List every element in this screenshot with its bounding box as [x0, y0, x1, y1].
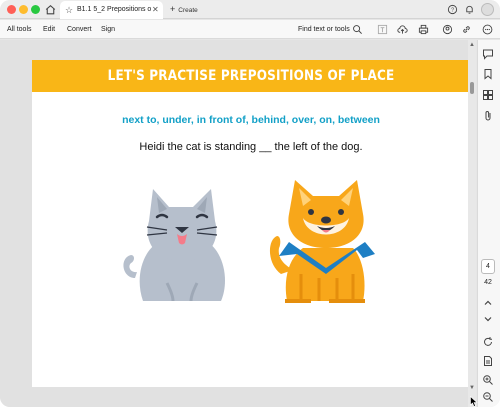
- document-page: LET'S PRACTISE PREPOSITIONS OF PLACE nex…: [32, 60, 470, 387]
- zoom-in-icon[interactable]: [482, 374, 494, 386]
- menu-sign[interactable]: Sign: [101, 20, 115, 39]
- refresh-icon[interactable]: [482, 336, 494, 348]
- more-options-icon[interactable]: [482, 24, 493, 35]
- current-page-input[interactable]: 4: [481, 259, 495, 274]
- bookmark-icon[interactable]: [482, 68, 494, 80]
- title-banner: LET'S PRACTISE PREPOSITIONS OF PLACE: [32, 60, 470, 92]
- dog-illustration: [269, 180, 375, 303]
- menu-all-tools[interactable]: All tools: [7, 20, 32, 39]
- app-window: ☆ B1.1 5_2 Prepositions of... ✕ + Create …: [0, 0, 500, 407]
- link-icon[interactable]: [461, 24, 472, 35]
- title-bar: ☆ B1.1 5_2 Prepositions of... ✕ + Create …: [0, 0, 500, 19]
- menu-edit[interactable]: Edit: [43, 20, 55, 39]
- scroll-down-arrow-icon[interactable]: ▼: [468, 384, 476, 392]
- create-tab-button[interactable]: + Create: [170, 1, 198, 18]
- svg-text:?: ?: [451, 8, 454, 14]
- find-tools-field[interactable]: Find text or tools: [298, 20, 350, 39]
- document-tab[interactable]: ☆ B1.1 5_2 Prepositions of... ✕: [60, 1, 163, 19]
- help-icon[interactable]: ?: [447, 4, 458, 15]
- edit-text-icon[interactable]: [377, 24, 388, 35]
- previous-page-chevron-up-icon[interactable]: [482, 297, 494, 309]
- scroll-up-arrow-icon[interactable]: ▲: [468, 41, 476, 49]
- close-window-button[interactable]: [7, 5, 16, 14]
- document-viewer[interactable]: LET'S PRACTISE PREPOSITIONS OF PLACE nex…: [0, 40, 476, 407]
- main-toolbar: All tools Edit Convert Sign Find text or…: [0, 20, 500, 39]
- star-icon[interactable]: ☆: [65, 1, 73, 19]
- notifications-bell-icon[interactable]: [464, 4, 475, 15]
- comment-icon[interactable]: [482, 48, 494, 60]
- close-tab-icon[interactable]: ✕: [152, 1, 159, 19]
- vertical-scrollbar[interactable]: [468, 40, 476, 407]
- next-page-chevron-down-icon[interactable]: [482, 313, 494, 325]
- print-icon[interactable]: [418, 24, 429, 35]
- exercise-sentence: Heidi the cat is standing __ the left of…: [139, 141, 363, 153]
- document-info-icon[interactable]: [482, 355, 494, 367]
- zoom-out-icon[interactable]: [482, 391, 494, 403]
- minimize-window-button[interactable]: [19, 5, 28, 14]
- share-user-icon[interactable]: [442, 24, 453, 35]
- thumbnails-icon[interactable]: [482, 89, 494, 101]
- page-title: LET'S PRACTISE PREPOSITIONS OF PLACE: [107, 68, 395, 84]
- create-label: Create: [178, 7, 198, 14]
- upload-cloud-icon[interactable]: [397, 24, 408, 35]
- cat-illustration: [123, 189, 225, 302]
- attachment-icon[interactable]: [482, 110, 494, 122]
- search-icon[interactable]: [352, 24, 363, 35]
- menu-convert[interactable]: Convert: [67, 20, 92, 39]
- mouse-cursor-icon: [470, 396, 478, 407]
- avatar[interactable]: [481, 3, 494, 16]
- tab-title: B1.1 5_2 Prepositions of...: [77, 6, 151, 13]
- home-icon[interactable]: [44, 3, 57, 16]
- total-pages-label: 42: [484, 279, 492, 286]
- maximize-window-button[interactable]: [31, 5, 40, 14]
- prepositions-list: next to, under, in front of, behind, ove…: [122, 114, 380, 126]
- plus-icon: +: [170, 4, 176, 14]
- scrollbar-thumb[interactable]: [470, 82, 474, 94]
